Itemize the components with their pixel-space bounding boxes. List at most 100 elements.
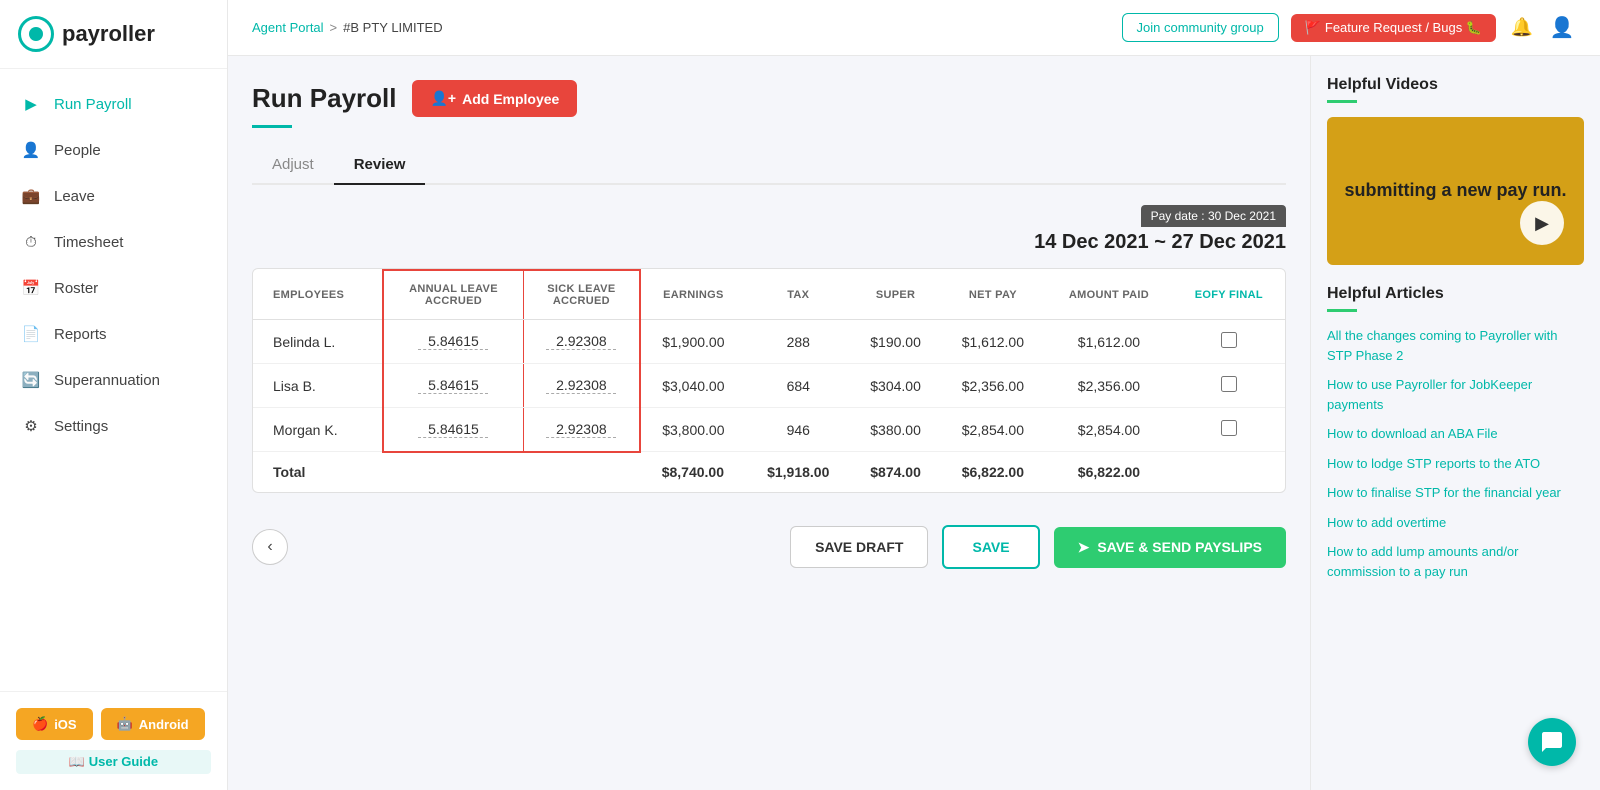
article-link-4[interactable]: How to finalise STP for the financial ye…: [1327, 483, 1584, 503]
flag-icon: 🚩: [1305, 20, 1321, 36]
right-panel: Helpful Videos submitting a new pay run.…: [1310, 56, 1600, 790]
sidebar-item-label-timesheet: Timesheet: [54, 234, 123, 251]
cell-super: $304.00: [851, 364, 941, 408]
back-chevron-icon: ‹: [267, 538, 272, 556]
breadcrumb-separator: >: [330, 20, 338, 35]
feature-request-button[interactable]: 🚩 Feature Request / Bugs 🐛: [1291, 14, 1496, 42]
annual-leave-input[interactable]: [418, 333, 488, 350]
chat-icon: [1540, 730, 1564, 754]
cell-net-pay: $2,854.00: [941, 408, 1046, 452]
add-person-icon: 👤+: [430, 90, 456, 107]
sidebar-item-timesheet[interactable]: ⏱ Timesheet: [0, 219, 227, 265]
eofy-checkbox[interactable]: [1221, 420, 1237, 436]
user-profile-icon[interactable]: 👤: [1548, 14, 1576, 42]
sidebar-item-run-payroll[interactable]: ▶ Run Payroll: [0, 81, 227, 127]
cell-earnings: $3,040.00: [640, 364, 746, 408]
cell-super: $190.00: [851, 320, 941, 364]
sick-leave-input[interactable]: [546, 421, 616, 438]
article-link-0[interactable]: All the changes coming to Payroller with…: [1327, 326, 1584, 365]
cell-amount-paid: $2,356.00: [1045, 364, 1172, 408]
article-link-1[interactable]: How to use Payroller for JobKeeper payme…: [1327, 375, 1584, 414]
total-amount-paid: $6,822.00: [1045, 452, 1172, 493]
article-link-5[interactable]: How to add overtime: [1327, 513, 1584, 533]
cell-annual-leave: [383, 320, 523, 364]
cell-sick-leave: [523, 364, 639, 408]
sidebar-item-settings[interactable]: ⚙ Settings: [0, 403, 227, 449]
cell-tax: 684: [746, 364, 851, 408]
col-header-annual-leave: ANNUAL LEAVEACCRUED: [383, 270, 523, 320]
col-header-eofy: EOFY FINAL: [1173, 270, 1285, 320]
people-icon: 👤: [20, 139, 42, 161]
cell-eofy-final: [1173, 320, 1285, 364]
eofy-checkbox[interactable]: [1221, 332, 1237, 348]
total-annual-leave: [383, 452, 523, 493]
cell-net-pay: $1,612.00: [941, 320, 1046, 364]
table-row: Lisa B. $3,040.00 684 $304.00 $2,356.00 …: [253, 364, 1285, 408]
cell-amount-paid: $2,854.00: [1045, 408, 1172, 452]
save-send-button[interactable]: ➤ SAVE & SEND PAYSLIPS: [1054, 527, 1286, 568]
add-employee-button[interactable]: 👤+ Add Employee: [412, 80, 577, 117]
sidebar-item-label-roster: Roster: [54, 280, 98, 297]
video-thumbnail[interactable]: submitting a new pay run. ▶: [1327, 117, 1584, 265]
col-header-sick-leave: SICK LEAVEACCRUED: [523, 270, 639, 320]
sidebar-item-superannuation[interactable]: 🔄 Superannuation: [0, 357, 227, 403]
sidebar-item-leave[interactable]: 💼 Leave: [0, 173, 227, 219]
article-link-6[interactable]: How to add lump amounts and/or commissio…: [1327, 542, 1584, 581]
tab-review[interactable]: Review: [334, 146, 426, 185]
total-tax: $1,918.00: [746, 452, 851, 493]
table-row: Belinda L. $1,900.00 288 $190.00 $1,612.…: [253, 320, 1285, 364]
android-button[interactable]: 🤖 Android: [101, 708, 205, 740]
payroll-table-wrapper: EMPLOYEES ANNUAL LEAVEACCRUED SICK LEAVE…: [252, 268, 1286, 493]
tabs-bar: Adjust Review: [252, 146, 1286, 185]
sidebar-bottom: 🍎 iOS 🤖 Android 📖 User Guide: [0, 691, 227, 790]
article-link-2[interactable]: How to download an ABA File: [1327, 424, 1584, 444]
page-header: Run Payroll 👤+ Add Employee: [252, 80, 1286, 117]
play-button[interactable]: ▶: [1520, 201, 1564, 245]
sick-leave-input[interactable]: [546, 333, 616, 350]
save-draft-button[interactable]: SAVE DRAFT: [790, 526, 928, 568]
breadcrumb-agent-portal[interactable]: Agent Portal: [252, 20, 324, 35]
cell-employee-name: Morgan K.: [253, 408, 383, 452]
ios-button[interactable]: 🍎 iOS: [16, 708, 93, 740]
sidebar-item-label-leave: Leave: [54, 188, 95, 205]
tab-adjust[interactable]: Adjust: [252, 146, 334, 185]
cell-employee-name: Lisa B.: [253, 364, 383, 408]
annual-leave-input[interactable]: [418, 377, 488, 394]
helpful-videos-divider: [1327, 100, 1357, 103]
table-header-row: EMPLOYEES ANNUAL LEAVEACCRUED SICK LEAVE…: [253, 270, 1285, 320]
table-row: Morgan K. $3,800.00 946 $380.00 $2,854.0…: [253, 408, 1285, 452]
save-button[interactable]: SAVE: [942, 525, 1039, 569]
logo-text: payroller: [62, 21, 155, 47]
cell-annual-leave: [383, 364, 523, 408]
cell-employee-name: Belinda L.: [253, 320, 383, 364]
sidebar-item-reports[interactable]: 📄 Reports: [0, 311, 227, 357]
back-button[interactable]: ‹: [252, 529, 288, 565]
pay-period-row: Pay date : 30 Dec 2021 14 Dec 2021 ~ 27 …: [252, 205, 1286, 254]
article-link-3[interactable]: How to lodge STP reports to the ATO: [1327, 454, 1584, 474]
breadcrumb-company: #B PTY LIMITED: [343, 20, 442, 35]
user-guide-link[interactable]: 📖 User Guide: [16, 750, 211, 774]
sidebar-item-label-settings: Settings: [54, 418, 108, 435]
pay-period-range: 14 Dec 2021 ~ 27 Dec 2021: [1034, 231, 1286, 254]
sidebar-item-roster[interactable]: 📅 Roster: [0, 265, 227, 311]
sidebar-item-label-people: People: [54, 142, 101, 159]
join-community-button[interactable]: Join community group: [1122, 13, 1279, 42]
reports-icon: 📄: [20, 323, 42, 345]
action-row: ‹ SAVE DRAFT SAVE ➤ SAVE & SEND PAYSLIPS: [252, 517, 1286, 577]
helpful-videos-title: Helpful Videos: [1327, 76, 1584, 94]
total-sick-leave: [523, 452, 639, 493]
notification-bell-icon[interactable]: 🔔: [1508, 14, 1536, 42]
breadcrumb: Agent Portal > #B PTY LIMITED: [252, 20, 443, 35]
total-label: Total: [253, 452, 383, 493]
annual-leave-input[interactable]: [418, 421, 488, 438]
eofy-checkbox[interactable]: [1221, 376, 1237, 392]
col-header-super: SUPER: [851, 270, 941, 320]
articles-list: All the changes coming to Payroller with…: [1327, 326, 1584, 581]
total-super: $874.00: [851, 452, 941, 493]
roster-icon: 📅: [20, 277, 42, 299]
run-payroll-icon: ▶: [20, 93, 42, 115]
sick-leave-input[interactable]: [546, 377, 616, 394]
superannuation-icon: 🔄: [20, 369, 42, 391]
chat-bubble-button[interactable]: [1528, 718, 1576, 766]
sidebar-item-people[interactable]: 👤 People: [0, 127, 227, 173]
